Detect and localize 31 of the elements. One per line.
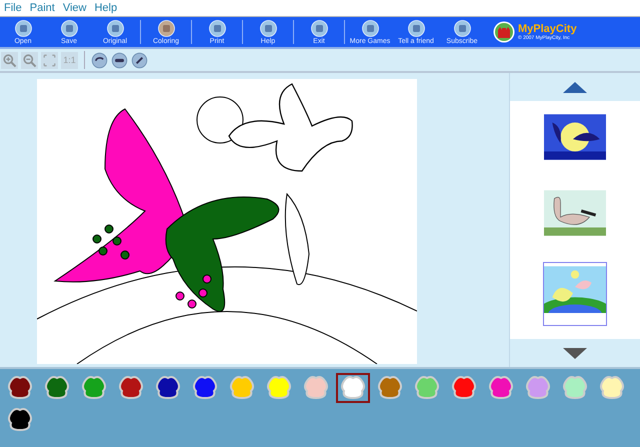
down-triangle-icon xyxy=(563,348,587,358)
round-icon xyxy=(362,20,378,36)
round-icon xyxy=(60,20,78,36)
slash-icon xyxy=(131,52,148,68)
round-icon xyxy=(208,20,226,36)
up-triangle-icon xyxy=(563,82,587,92)
thumbnail-picture xyxy=(544,265,606,313)
round-icon xyxy=(106,20,124,36)
menu-item[interactable]: Paint xyxy=(30,2,55,14)
thumbnail-picture xyxy=(544,113,606,161)
round-icon xyxy=(14,20,32,36)
round-icon xyxy=(454,20,470,36)
thumbnail-picture xyxy=(544,189,606,237)
menu-item[interactable]: Help xyxy=(94,2,118,14)
logo-name: MyPlayCity xyxy=(518,23,577,35)
tool-button[interactable] xyxy=(111,52,128,68)
zoom-out-icon xyxy=(21,52,38,68)
round-icon xyxy=(408,20,424,36)
coloring-canvas[interactable] xyxy=(36,79,416,364)
tool-button[interactable] xyxy=(131,52,148,68)
castle-logo-icon xyxy=(493,21,515,43)
menu-item[interactable]: View xyxy=(62,2,86,14)
round-icon xyxy=(260,20,276,36)
tool-button[interactable] xyxy=(91,52,108,68)
round-icon xyxy=(310,20,328,36)
zoom-in-icon xyxy=(1,52,18,68)
round-icon xyxy=(158,20,174,36)
menu-item[interactable]: File xyxy=(4,2,22,14)
frame-icon xyxy=(41,52,58,68)
bar-icon xyxy=(111,52,128,68)
picture-thumbnail[interactable] xyxy=(543,262,607,326)
